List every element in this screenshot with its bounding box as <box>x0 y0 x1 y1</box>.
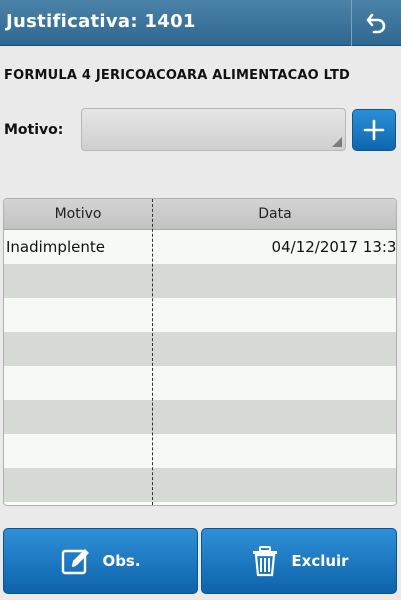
plus-icon <box>363 119 385 141</box>
table-header: Motivo Data <box>4 199 396 230</box>
dropdown-corner-icon <box>332 137 342 147</box>
trash-icon <box>253 546 278 577</box>
obs-button[interactable]: Obs. <box>3 528 198 594</box>
column-divider <box>152 199 153 505</box>
add-motivo-button[interactable] <box>352 109 396 151</box>
title-bar: Justificativa: 1401 <box>0 0 401 46</box>
table-row[interactable] <box>4 434 396 468</box>
obs-button-label: Obs. <box>102 552 141 570</box>
justificativa-table: Motivo Data Inadimplente 04/12/2017 13:39 <box>3 198 397 506</box>
column-header-data[interactable]: Data <box>152 206 396 222</box>
page-title: Justificativa: 1401 <box>6 11 196 32</box>
table-row[interactable] <box>4 400 396 434</box>
table-row[interactable] <box>4 332 396 366</box>
column-header-motivo[interactable]: Motivo <box>4 206 152 222</box>
table-row[interactable]: Inadimplente 04/12/2017 13:39 <box>4 230 396 264</box>
excluir-button[interactable]: Excluir <box>201 528 397 594</box>
back-button[interactable] <box>351 0 401 46</box>
edit-note-icon <box>62 549 90 575</box>
table-row[interactable] <box>4 468 396 502</box>
motivo-select[interactable] <box>81 108 346 151</box>
undo-arrow-icon <box>366 13 385 34</box>
table-row[interactable] <box>4 298 396 332</box>
company-name: FORMULA 4 JERICOACOARA ALIMENTACAO LTD <box>4 68 351 83</box>
table-row[interactable] <box>4 366 396 400</box>
excluir-button-label: Excluir <box>291 552 349 570</box>
motivo-label: Motivo: <box>4 122 64 138</box>
cell-data: 04/12/2017 13:39 <box>271 238 397 256</box>
table-row[interactable] <box>4 264 396 298</box>
cell-motivo: Inadimplente <box>6 238 105 256</box>
